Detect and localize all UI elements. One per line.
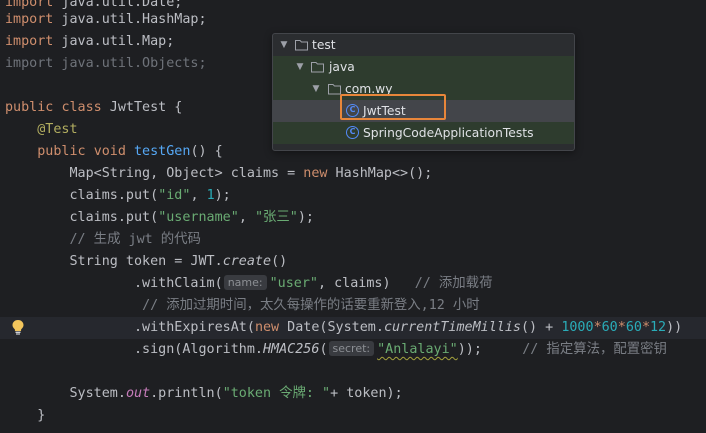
folder-icon	[311, 62, 324, 73]
code-text: HashMap<>();	[327, 166, 433, 181]
folder-icon	[279, 149, 292, 151]
parameter-hint: secret:	[328, 341, 375, 356]
code-text: () +	[521, 320, 562, 335]
tree-label: SpringCodeApplicationTests	[363, 126, 534, 140]
code-text: , claims)	[317, 276, 415, 291]
code-text: String token = JWT.	[69, 254, 223, 269]
number-literal: 1	[206, 188, 215, 203]
tree-label: test	[312, 38, 336, 52]
code-text: ,	[190, 188, 207, 203]
project-tree-popup: ▼ test ▼ java ▼ com.wy C JwtTest C Sprin…	[272, 33, 575, 151]
keyword: import	[5, 34, 54, 49]
code-text: ));	[457, 342, 523, 357]
comment: // 添加过期时间，太久每操作的话要重新登入,12 小时	[142, 298, 480, 313]
package-icon	[328, 84, 341, 95]
comment: // 生成 jwt 的代码	[69, 232, 201, 247]
static-method: HMAC256	[263, 342, 320, 357]
code-text: + token);	[330, 386, 403, 401]
parameter-hint: name:	[223, 275, 267, 290]
number-literal: 60	[625, 320, 642, 335]
code-line-10[interactable]: claims.put("id", 1);	[5, 185, 231, 207]
code-text: .println(	[150, 386, 223, 401]
code-line-12[interactable]: // 生成 jwt 的代码	[5, 229, 201, 251]
code-text: );	[297, 210, 314, 225]
code-text: (	[319, 342, 328, 357]
folder-icon	[295, 40, 308, 51]
class-name: JwtTest {	[101, 100, 183, 115]
highlight-box	[340, 94, 446, 120]
keyword: public	[5, 100, 54, 115]
code-line-6[interactable]: public class JwtTest {	[5, 97, 182, 119]
code-line-9[interactable]: Map<String, Object> claims = new HashMap…	[5, 163, 433, 185]
code-text: );	[214, 188, 231, 203]
code-text: claims.put(	[69, 210, 159, 225]
string-literal: "id"	[158, 188, 191, 203]
code-text: Date(System.	[279, 320, 384, 335]
string-literal: "Anlalayi"	[377, 342, 458, 357]
code-text: ,	[238, 210, 255, 225]
class-icon: C	[346, 126, 359, 139]
keyword: public	[37, 144, 86, 159]
code-line-20[interactable]: }	[5, 405, 45, 427]
tree-label: java	[329, 60, 355, 74]
closing-brace: }	[37, 408, 46, 423]
string-literal: "username"	[158, 210, 239, 225]
code-line-17[interactable]: .sign(Algorithm.HMAC256(secret: "Anlalayi…	[5, 339, 667, 361]
code-line-13[interactable]: String token = JWT.create()	[5, 251, 288, 273]
code-text: ()	[271, 254, 288, 269]
chevron-down-icon[interactable]: ▼	[279, 34, 289, 56]
code-line-4[interactable]: import java.util.Objects;	[5, 53, 207, 75]
code-text: System.	[69, 386, 126, 401]
static-method: create	[222, 254, 272, 269]
tree-node-springtests[interactable]: C SpringCodeApplicationTests	[273, 122, 574, 144]
keyword: new	[254, 320, 280, 335]
code-text: Map<String, Object> claims =	[69, 166, 304, 181]
code-line-14[interactable]: .withClaim(name: "user", claims) // 添加载荷	[5, 273, 492, 295]
code-line-8[interactable]: public void testGen() {	[5, 141, 223, 163]
annotation: @Test	[37, 122, 78, 137]
code-text: ))	[666, 320, 683, 335]
keyword: new	[303, 166, 328, 181]
operator: *	[617, 320, 626, 335]
lightbulb-icon[interactable]	[11, 319, 25, 335]
number-literal: 60	[601, 320, 618, 335]
method-name: testGen	[134, 144, 191, 159]
code-line-15[interactable]: // 添加过期时间，太久每操作的话要重新登入,12 小时	[5, 295, 480, 317]
code-text: .withClaim(	[134, 276, 223, 291]
static-field: out	[125, 386, 151, 401]
code-text: .sign(Algorithm.	[134, 342, 263, 357]
number-literal: 1000	[561, 320, 594, 335]
code-line-2[interactable]: import java.util.HashMap;	[5, 9, 207, 31]
string-literal: "token 令牌: "	[222, 386, 331, 401]
chevron-down-icon[interactable]: ▼	[295, 56, 305, 78]
keyword: import	[5, 12, 54, 27]
code-line-16[interactable]: .withExpiresAt(new Date(System.currentTi…	[5, 317, 682, 339]
code-text: .withExpiresAt(	[134, 320, 255, 335]
static-method: currentTimeMillis	[383, 320, 521, 335]
comment: // 添加载荷	[414, 276, 493, 291]
code-line-11[interactable]: claims.put("username", "张三");	[5, 207, 314, 229]
keyword: void	[93, 144, 126, 159]
code-text: () {	[190, 144, 223, 159]
keyword: class	[61, 100, 102, 115]
code-line-3[interactable]: import java.util.Map;	[5, 31, 174, 53]
tree-node-test[interactable]: ▼ test	[273, 34, 574, 56]
number-literal: 12	[650, 320, 667, 335]
code-line-7[interactable]: @Test	[5, 119, 78, 141]
unused-import: import java.util.Objects;	[5, 56, 207, 71]
operator: *	[641, 320, 650, 335]
code-text: java.util.Map;	[53, 34, 175, 49]
string-literal: "user"	[269, 276, 318, 291]
tree-node-java[interactable]: ▼ java	[273, 56, 574, 78]
tree-node-target[interactable]: target	[273, 144, 574, 151]
operator: *	[593, 320, 602, 335]
string-literal: "张三"	[254, 210, 298, 225]
tree-label: target	[295, 144, 332, 150]
code-text: claims.put(	[69, 188, 159, 203]
comment: // 指定算法，配置密钥	[522, 342, 667, 357]
code-text: java.util.HashMap;	[53, 12, 207, 27]
code-line-19[interactable]: System.out.println("token 令牌: "+ token);	[5, 383, 403, 405]
chevron-down-icon[interactable]: ▼	[311, 78, 321, 100]
